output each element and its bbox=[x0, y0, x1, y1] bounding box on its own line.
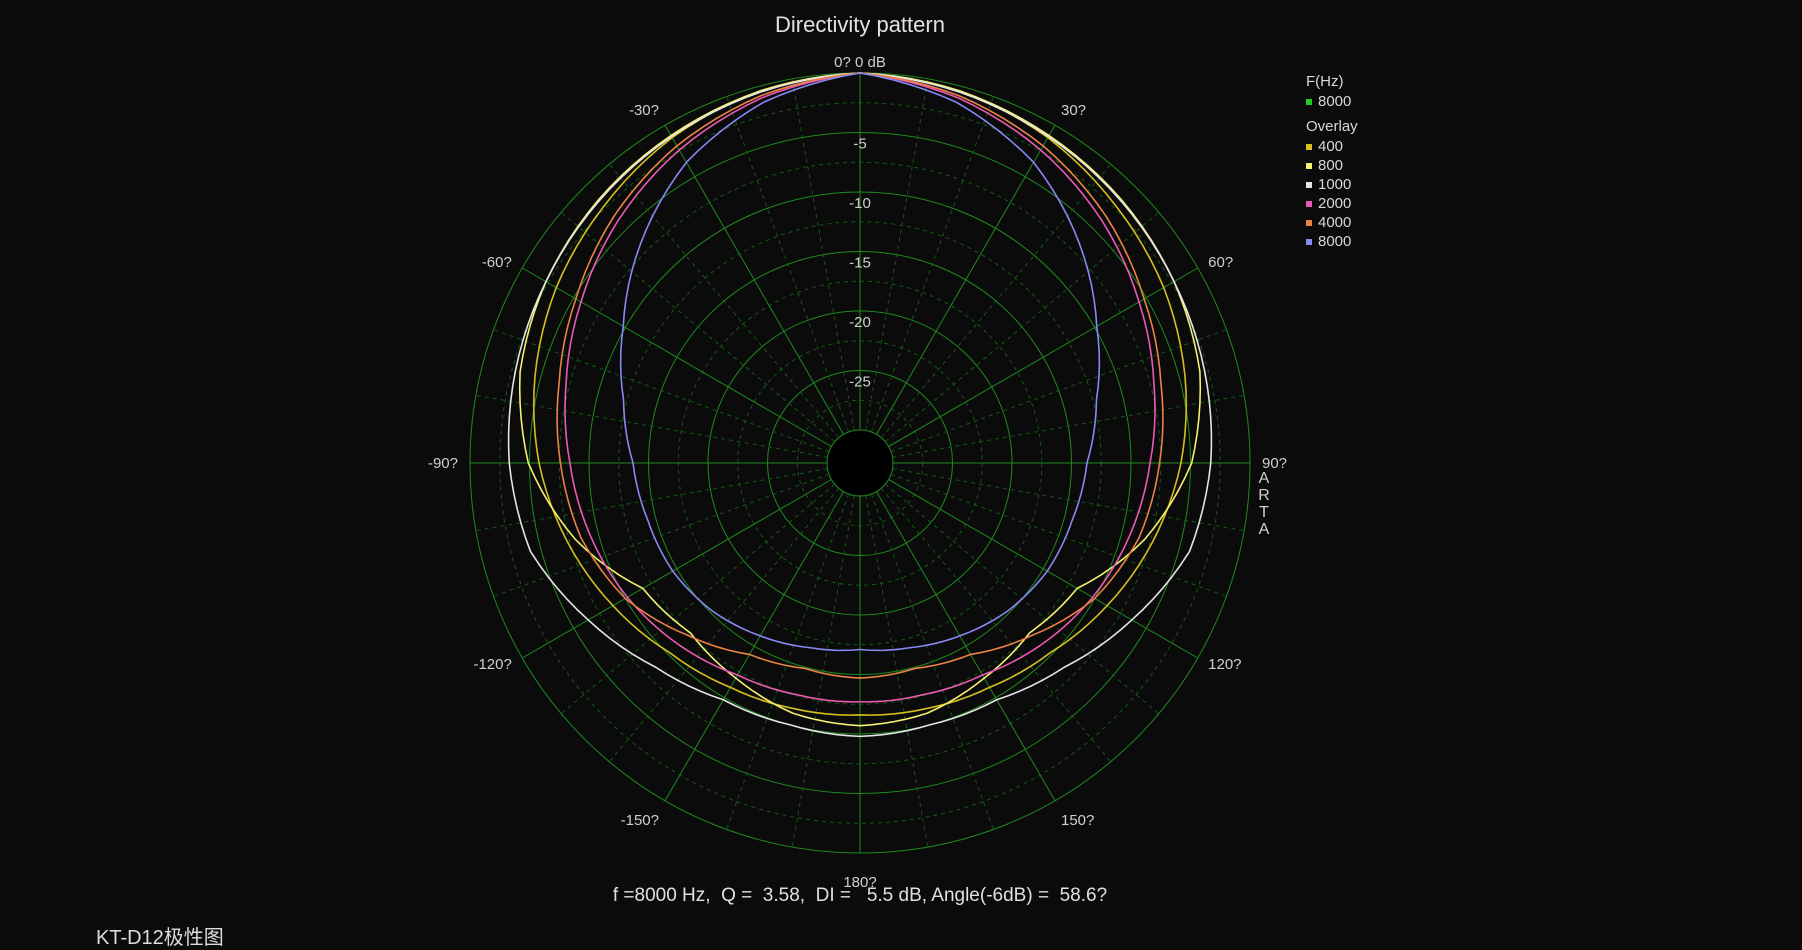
legend-swatch bbox=[1306, 181, 1312, 188]
radial-tick-label: -20 bbox=[849, 314, 871, 331]
minor-radial-grid-line bbox=[880, 163, 1112, 439]
legend-overlay-header: Overlay bbox=[1306, 118, 1358, 135]
legend-label: 2000 bbox=[1318, 195, 1352, 212]
legend-header: F(Hz) bbox=[1306, 73, 1344, 90]
minor-radial-grid-line bbox=[608, 487, 840, 763]
legend-label: 1000 bbox=[1318, 176, 1352, 193]
radial-grid-line bbox=[876, 491, 1056, 801]
polar-chart: -5-10-15-20-250? 0 dB30?60?90?120?150?18… bbox=[428, 54, 1287, 891]
directivity-stats: f =8000 Hz, Q = 3.58, DI = 5.5 dB, Angle… bbox=[612, 885, 1108, 906]
brand-letter: T bbox=[1259, 504, 1269, 521]
brand-letter: R bbox=[1258, 487, 1270, 504]
angle-label: 30? bbox=[1061, 102, 1086, 119]
angle-label: 120? bbox=[1208, 656, 1241, 673]
angle-label: 150? bbox=[1061, 812, 1094, 829]
angle-label: -150? bbox=[621, 812, 659, 829]
legend-swatch bbox=[1306, 143, 1312, 150]
angle-label: 60? bbox=[1208, 254, 1233, 271]
minor-radial-grid-line bbox=[608, 163, 840, 439]
legend: F(Hz) 8000 Overlay 400 800 1000 2000 4000 800… bbox=[1306, 72, 1358, 251]
radial-tick-label: -10 bbox=[849, 195, 871, 212]
legend-swatch bbox=[1306, 98, 1312, 105]
legend-label: 400 bbox=[1318, 138, 1344, 155]
angle-label: -90? bbox=[428, 455, 458, 472]
legend-entry-800: 800 bbox=[1306, 156, 1358, 175]
radial-top-label: 0? 0 dB bbox=[834, 54, 886, 71]
center-disc bbox=[828, 431, 892, 495]
legend-label: 800 bbox=[1318, 157, 1344, 174]
chart-caption: KT-D12极性图 bbox=[96, 927, 224, 949]
legend-label: 8000 bbox=[1318, 93, 1352, 110]
angle-label: -30? bbox=[629, 102, 659, 119]
legend-entry-2000: 2000 bbox=[1306, 194, 1358, 213]
legend-entry-1000: 1000 bbox=[1306, 175, 1358, 194]
radial-grid-line bbox=[876, 125, 1056, 435]
radial-tick-label: -5 bbox=[853, 136, 866, 153]
angle-label: -60? bbox=[482, 254, 512, 271]
legend-entry-400: 400 bbox=[1306, 137, 1358, 156]
radial-grid-line bbox=[664, 491, 844, 801]
legend-swatch bbox=[1306, 200, 1312, 207]
brand-watermark: A R T A bbox=[1256, 470, 1272, 538]
brand-letter: A bbox=[1258, 521, 1270, 538]
radial-tick-label: -25 bbox=[849, 374, 871, 391]
radial-grid-line bbox=[664, 125, 844, 435]
legend-swatch bbox=[1306, 238, 1312, 245]
legend-label: 4000 bbox=[1318, 214, 1352, 231]
legend-entry-4000: 4000 bbox=[1306, 213, 1358, 232]
radial-tick-label: -15 bbox=[849, 255, 871, 272]
legend-current-entry: 8000 bbox=[1306, 92, 1358, 111]
legend-entry-8000: 8000 bbox=[1306, 232, 1358, 251]
brand-letter: A bbox=[1258, 470, 1270, 487]
minor-radial-grid-line bbox=[880, 487, 1112, 763]
angle-label: -120? bbox=[473, 656, 511, 673]
legend-swatch bbox=[1306, 219, 1312, 226]
legend-label: 8000 bbox=[1318, 233, 1352, 250]
legend-swatch bbox=[1306, 162, 1312, 169]
